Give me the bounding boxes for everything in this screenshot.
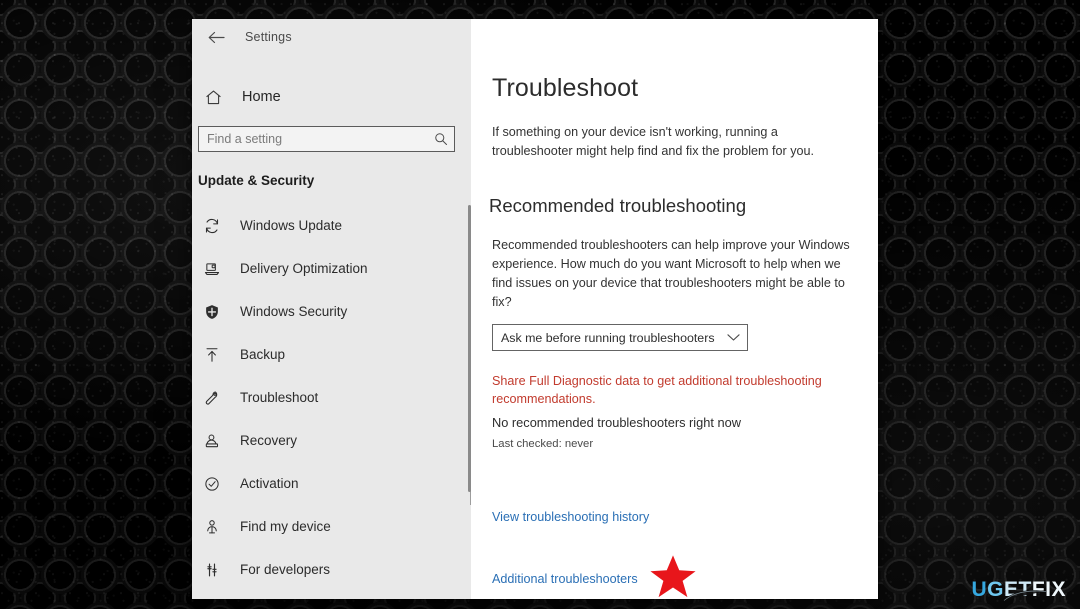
sidebar-item-label: Recovery xyxy=(240,433,298,448)
sidebar-item-activation[interactable]: Activation xyxy=(192,462,471,505)
recommended-troubleshooting-dropdown[interactable]: Ask me before running troubleshooters xyxy=(492,324,748,351)
additional-troubleshooters-link-row: Additional troubleshooters xyxy=(492,555,878,598)
sidebar-item-home-label: Home xyxy=(242,89,281,105)
sidebar-item-troubleshoot[interactable]: Troubleshoot xyxy=(192,376,471,419)
settings-content-pane: Troubleshoot If something on your device… xyxy=(468,19,878,599)
watermark-part-2: G xyxy=(987,578,1004,601)
sidebar-item-label: Troubleshoot xyxy=(240,390,319,405)
sidebar-item-find-my-device[interactable]: Find my device xyxy=(192,505,471,548)
chevron-down-icon[interactable] xyxy=(719,333,747,342)
window-title-bar: Settings xyxy=(192,19,471,55)
app-title: Settings xyxy=(245,30,292,44)
recovery-icon xyxy=(200,433,224,449)
delivery-icon xyxy=(200,261,224,277)
shield-icon xyxy=(200,304,224,320)
find-device-icon xyxy=(200,519,224,535)
search-box[interactable] xyxy=(198,126,455,152)
body-text: Recommended troubleshooters can help imp… xyxy=(492,238,850,309)
ugetfix-watermark: U G ET FIX xyxy=(971,578,1066,601)
home-icon xyxy=(200,89,226,106)
sidebar-item-recovery[interactable]: Recovery xyxy=(192,419,471,462)
settings-sidebar: Settings Home Find a setting Update & Se… xyxy=(192,19,471,599)
desktop-background: Settings Home Find a setting Update & Se… xyxy=(0,0,1080,609)
view-history-link-row: View troubleshooting history xyxy=(492,508,878,526)
sidebar-item-windows-security[interactable]: Windows Security xyxy=(192,290,471,333)
sidebar-item-backup[interactable]: Backup xyxy=(192,333,471,376)
sidebar-item-label: Find my device xyxy=(240,519,331,534)
sidebar-item-label: Windows Security xyxy=(240,304,348,319)
section-subheading: Recommended troubleshooting xyxy=(489,195,747,216)
sidebar-item-label: Delivery Optimization xyxy=(240,261,368,276)
additional-troubleshooters-link[interactable]: Additional troubleshooters xyxy=(492,572,638,586)
sidebar-item-label: Activation xyxy=(240,476,299,491)
settings-window: Settings Home Find a setting Update & Se… xyxy=(192,19,878,599)
page-title: Troubleshoot xyxy=(492,74,639,102)
sidebar-item-home[interactable]: Home xyxy=(192,80,471,114)
dropdown-selected-value: Ask me before running troubleshooters xyxy=(501,330,715,345)
sidebar-item-windows-update[interactable]: Windows Update xyxy=(192,204,471,247)
diagnostic-warning-text: Share Full Diagnostic data to get additi… xyxy=(492,374,822,406)
intro-text: If something on your device isn't workin… xyxy=(492,125,815,158)
status-text: No recommended troubleshooters right now xyxy=(492,415,741,430)
watermark-part-4: FIX xyxy=(1031,578,1066,601)
sidebar-item-for-developers[interactable]: For developers xyxy=(192,548,471,591)
sidebar-item-delivery-optimization[interactable]: Delivery Optimization xyxy=(192,247,471,290)
watermark-part-3: ET xyxy=(1003,578,1032,601)
check-circle-icon xyxy=(200,476,224,492)
wrench-icon xyxy=(200,390,224,406)
sidebar-item-label: Windows Update xyxy=(240,218,343,233)
last-checked-text: Last checked: never xyxy=(492,438,594,450)
sidebar-nav-list: Windows Update Delivery Optimization Win… xyxy=(192,204,471,591)
search-icon[interactable] xyxy=(428,132,454,146)
refresh-icon xyxy=(200,218,224,234)
developer-tools-icon xyxy=(200,562,224,578)
sidebar-item-label: Backup xyxy=(240,347,286,362)
search-input[interactable] xyxy=(199,132,428,146)
view-troubleshooting-history-link[interactable]: View troubleshooting history xyxy=(492,510,649,524)
watermark-part-1: U xyxy=(971,578,988,601)
backup-upload-icon xyxy=(200,347,224,363)
sidebar-section-heading: Update & Security xyxy=(198,173,315,188)
back-arrow-icon[interactable] xyxy=(201,23,231,51)
red-star-marker xyxy=(650,555,696,598)
content-scrollbar[interactable] xyxy=(468,205,471,492)
sidebar-item-label: For developers xyxy=(240,562,331,577)
